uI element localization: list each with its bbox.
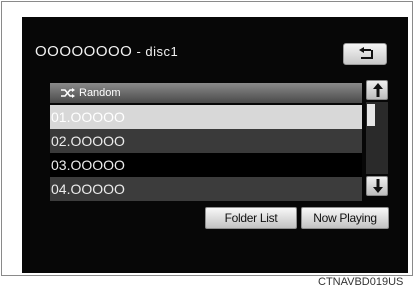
- track-label: 03.OOOOO: [51, 157, 125, 173]
- track-item-03[interactable]: 03.OOOOO: [50, 153, 362, 177]
- track-item-01[interactable]: 01.OOOOO: [50, 105, 362, 129]
- track-label: 02.OOOOO: [51, 133, 125, 149]
- track-label: 04.OOOOO: [51, 181, 125, 197]
- figure-caption: CTNAVBD019US: [318, 276, 404, 288]
- random-label: Random: [79, 87, 121, 99]
- shuffle-icon: [61, 83, 79, 103]
- scroll-up-icon: [373, 83, 383, 97]
- album-title: OOOOOOOO: [35, 43, 133, 60]
- scroll-down-button[interactable]: [366, 176, 388, 196]
- track-item-02[interactable]: 02.OOOOO: [50, 129, 362, 153]
- folder-list-button[interactable]: Folder List: [205, 207, 297, 229]
- track-item-04[interactable]: 04.OOOOO: [50, 177, 362, 201]
- scroll-down-icon: [373, 179, 383, 193]
- scroll-up-button[interactable]: [366, 80, 388, 100]
- track-label: 01.OOOOO: [51, 109, 125, 125]
- random-button[interactable]: Random: [50, 83, 362, 103]
- scrollbar-thumb[interactable]: [367, 104, 375, 126]
- now-playing-button[interactable]: Now Playing: [301, 207, 389, 229]
- disc-title: OOOOOOOO - disc1: [35, 43, 178, 60]
- disc-label: - disc1: [132, 44, 179, 59]
- back-arrow-icon: [359, 47, 373, 59]
- back-button[interactable]: [343, 43, 387, 65]
